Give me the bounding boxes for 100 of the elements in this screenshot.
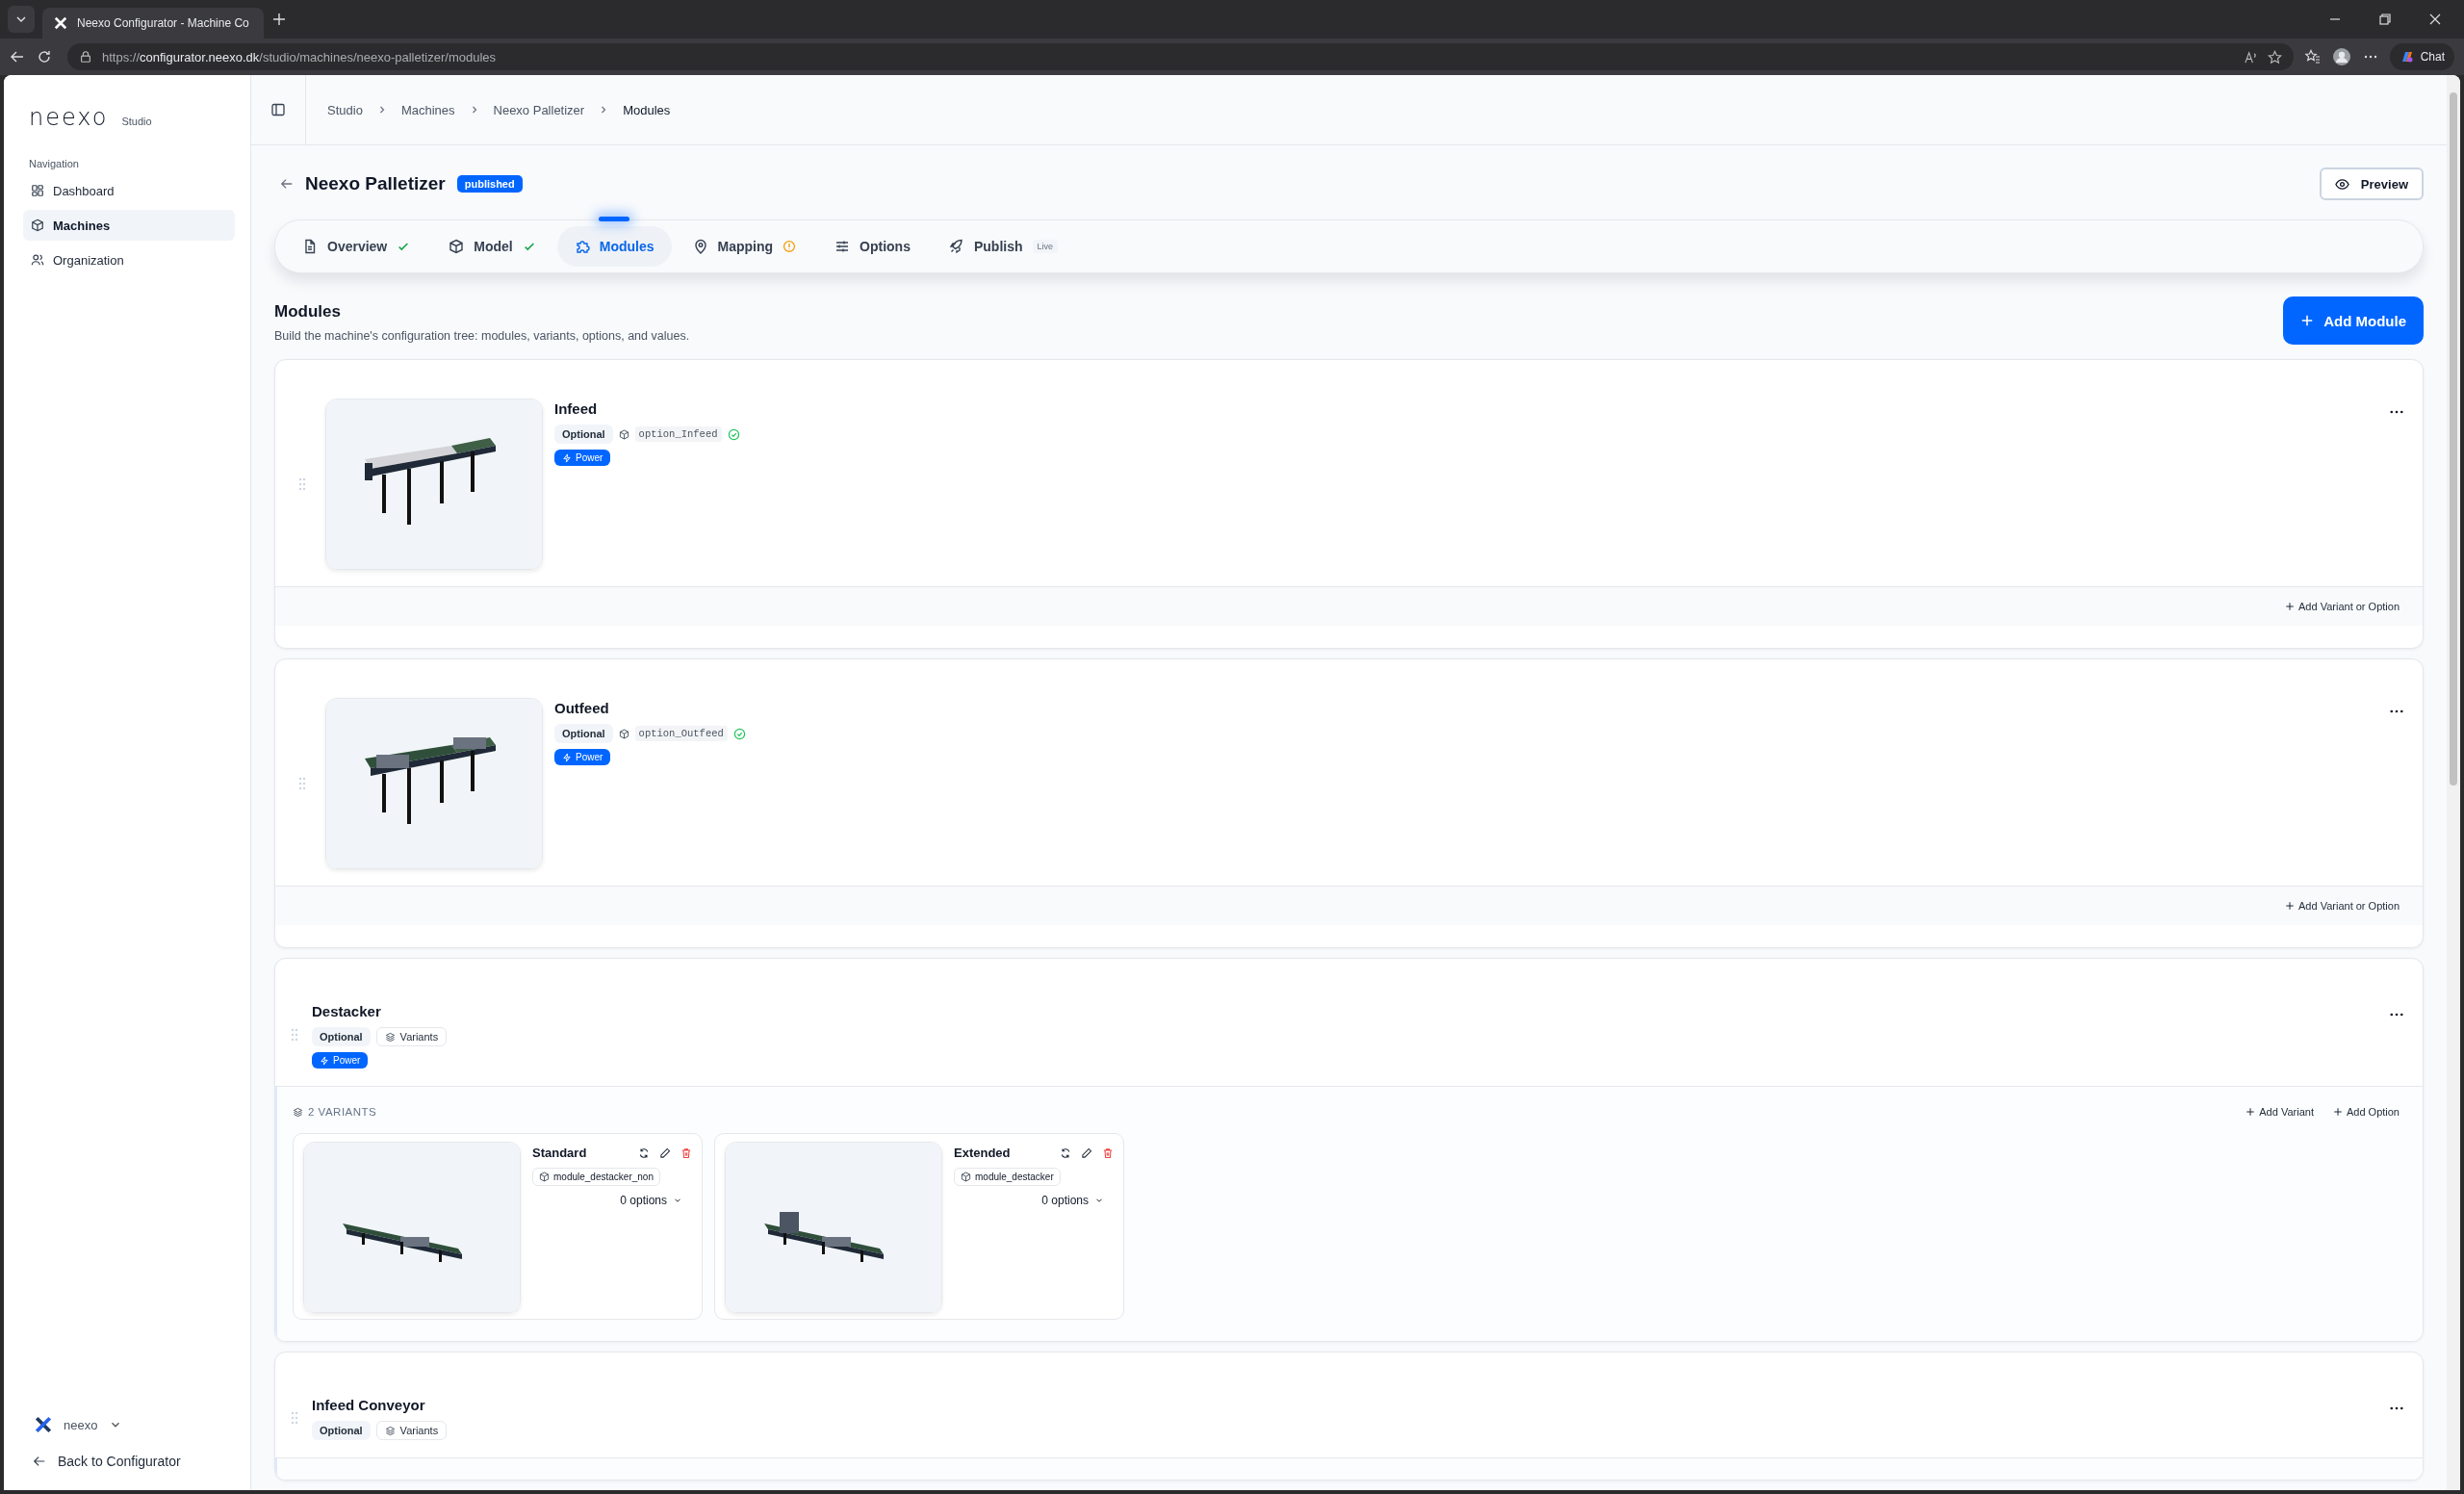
read-aloud-icon[interactable] bbox=[2243, 49, 2258, 64]
cube-icon bbox=[31, 219, 44, 232]
breadcrumb-link[interactable]: Neexo Palletizer bbox=[493, 102, 585, 117]
x-logo-icon bbox=[54, 16, 67, 30]
more-options-icon[interactable] bbox=[2390, 709, 2403, 713]
scrollbar[interactable] bbox=[2447, 75, 2460, 1490]
workspace-switcher[interactable]: neexo bbox=[23, 1409, 135, 1440]
tab[interactable]: Options bbox=[817, 226, 928, 267]
options-dropdown[interactable]: 0 options bbox=[620, 1194, 682, 1207]
back-arrow-icon[interactable] bbox=[280, 177, 294, 191]
tab[interactable]: Model bbox=[431, 226, 553, 267]
active-tab-indicator bbox=[599, 217, 630, 221]
lock-icon bbox=[79, 50, 92, 64]
module-name: Outfeed bbox=[554, 700, 609, 716]
lightning-icon bbox=[562, 452, 572, 463]
layers-icon bbox=[384, 1031, 396, 1043]
puzzle-icon bbox=[574, 239, 590, 254]
sidebar-item[interactable]: Dashboard bbox=[23, 175, 235, 206]
variants-tag: Variants bbox=[375, 1421, 448, 1440]
refresh-icon[interactable] bbox=[638, 1146, 650, 1159]
sliders-icon bbox=[834, 239, 851, 254]
module-name: Infeed Conveyor bbox=[312, 1397, 425, 1413]
brand-logo: neexo bbox=[29, 104, 109, 131]
breadcrumb-link[interactable]: Studio bbox=[327, 102, 363, 117]
optional-tag: Optional bbox=[312, 1027, 371, 1046]
tab-list-icon[interactable] bbox=[8, 6, 35, 33]
layers-icon bbox=[384, 1425, 396, 1436]
model-reference: module_destacker_non bbox=[532, 1168, 660, 1186]
arrow-left-icon bbox=[33, 1455, 46, 1468]
chat-button[interactable]: Chat bbox=[2389, 43, 2454, 70]
nav-section-label: Navigation bbox=[29, 158, 80, 169]
add-module-button[interactable]: Add Module bbox=[2283, 296, 2424, 345]
cube-icon bbox=[618, 428, 629, 440]
preview-button[interactable]: Preview bbox=[2319, 167, 2424, 200]
plus-icon bbox=[2300, 314, 2315, 327]
live-badge: Live bbox=[1032, 240, 1058, 253]
edit-icon[interactable] bbox=[659, 1146, 671, 1159]
tab[interactable]: Mapping bbox=[675, 226, 814, 267]
add-variant-or-option-link[interactable]: Add Variant or Option bbox=[2285, 900, 2400, 912]
add-action-link[interactable]: Add Option bbox=[2332, 1106, 2400, 1118]
page-title: Neexo Palletizer bbox=[305, 173, 446, 194]
breadcrumb-link[interactable]: Modules bbox=[623, 102, 671, 117]
dashboard-icon bbox=[31, 184, 44, 197]
map-pin-icon bbox=[692, 239, 708, 254]
more-options-icon[interactable] bbox=[2390, 410, 2403, 414]
sidebar-item[interactable]: Machines bbox=[23, 210, 235, 241]
lightning-icon bbox=[562, 752, 572, 762]
layers-icon bbox=[293, 1106, 303, 1118]
optional-tag: Optional bbox=[554, 724, 613, 743]
restore-icon[interactable] bbox=[2377, 12, 2393, 27]
add-action-link[interactable]: Add Variant bbox=[2246, 1106, 2314, 1118]
variants-count: 2 VARIANTS bbox=[293, 1106, 377, 1118]
close-icon[interactable] bbox=[2427, 12, 2443, 27]
cube-icon bbox=[449, 239, 465, 254]
tab[interactable]: Overview bbox=[285, 226, 428, 267]
lightning-icon bbox=[320, 1055, 329, 1066]
x-logo-icon bbox=[35, 1416, 52, 1433]
model-reference: option_Infeed bbox=[634, 426, 722, 442]
breadcrumb-link[interactable]: Machines bbox=[400, 102, 455, 117]
url-text: https://configurator.neexo.dk/studio/machines/neexo-palletizer/modules bbox=[102, 49, 497, 64]
section-title: Modules bbox=[274, 302, 342, 322]
delete-icon[interactable] bbox=[1102, 1146, 1114, 1159]
variants-tag: Variants bbox=[375, 1027, 448, 1046]
variant-name: Standard bbox=[532, 1146, 587, 1160]
module-name: Destacker bbox=[312, 1003, 381, 1019]
address-field[interactable]: https://configurator.neexo.dk/studio/machines/neexo-palletizer/modules bbox=[67, 43, 2294, 70]
model-reference: option_Outfeed bbox=[634, 726, 728, 741]
reload-icon[interactable] bbox=[37, 49, 52, 64]
edit-icon[interactable] bbox=[1081, 1146, 1092, 1159]
variant-name: Extended bbox=[954, 1146, 1011, 1160]
optional-tag: Optional bbox=[554, 425, 613, 444]
drag-handle-icon[interactable] bbox=[298, 477, 306, 491]
more-options-icon[interactable] bbox=[2390, 1013, 2403, 1017]
power-tag: Power bbox=[554, 450, 611, 466]
model-reference: module_destacker bbox=[954, 1168, 1061, 1186]
back-link[interactable]: Back to Configurator bbox=[23, 1444, 191, 1479]
brand-subtitle: Studio bbox=[121, 116, 152, 127]
tab[interactable]: Publish Live bbox=[931, 226, 1075, 267]
sidebar-item[interactable]: Organization bbox=[23, 245, 235, 275]
section-description: Build the machine's configuration tree: modules, variants, options, and values. bbox=[274, 329, 690, 343]
star-icon[interactable] bbox=[2267, 49, 2282, 64]
power-tag: Power bbox=[554, 749, 611, 765]
plus-icon bbox=[2285, 602, 2296, 611]
delete-icon[interactable] bbox=[680, 1146, 692, 1159]
new-tab-icon[interactable] bbox=[271, 12, 287, 27]
drag-handle-icon[interactable] bbox=[298, 777, 306, 790]
profile-icon[interactable] bbox=[2331, 47, 2351, 66]
drag-handle-icon[interactable] bbox=[291, 1028, 298, 1042]
add-variant-or-option-link[interactable]: Add Variant or Option bbox=[2285, 601, 2400, 612]
favorites-icon[interactable] bbox=[2304, 49, 2321, 64]
status-badge: published bbox=[456, 175, 523, 193]
refresh-icon[interactable] bbox=[1060, 1146, 1071, 1159]
drag-handle-icon[interactable] bbox=[291, 1410, 298, 1425]
users-icon bbox=[31, 253, 44, 267]
more-options-icon[interactable] bbox=[2390, 1406, 2403, 1410]
back-icon[interactable] bbox=[10, 49, 25, 64]
options-dropdown[interactable]: 0 options bbox=[1041, 1194, 1104, 1207]
cube-icon bbox=[539, 1172, 550, 1182]
rocket-icon bbox=[948, 239, 964, 254]
browser-tab[interactable]: Neexo Configurator - Machine Co bbox=[42, 8, 264, 39]
